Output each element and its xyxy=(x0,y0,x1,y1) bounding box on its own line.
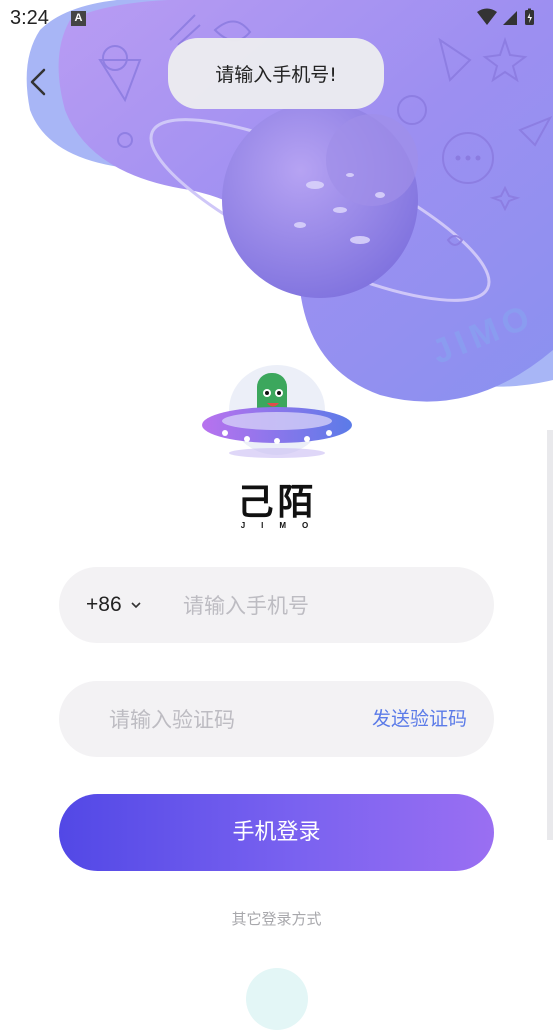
app-logo: 己陌 JIMO xyxy=(195,355,360,535)
battery-charging-icon xyxy=(525,8,534,25)
status-time: 3:24 xyxy=(10,7,49,29)
a-notification-icon: A xyxy=(71,11,86,26)
country-code-label: +86 xyxy=(86,593,122,616)
country-code-selector[interactable]: +86 xyxy=(86,567,142,643)
phone-field: +86 xyxy=(59,567,494,645)
cell-signal-icon xyxy=(503,11,517,25)
scrollbar[interactable] xyxy=(547,430,553,840)
status-icons xyxy=(475,8,545,28)
toast-message: 请输入手机号! xyxy=(168,38,384,109)
third-party-login-icon[interactable] xyxy=(246,968,308,1030)
verification-code-field: 发送验证码 xyxy=(59,681,494,759)
ufo-mascot-icon xyxy=(202,365,352,458)
back-button[interactable] xyxy=(22,62,56,102)
send-code-button[interactable]: 发送验证码 xyxy=(372,681,467,757)
logo-title: 己陌 xyxy=(237,482,318,523)
verification-code-input[interactable] xyxy=(107,681,351,759)
phone-input[interactable] xyxy=(181,567,475,645)
wifi-icon xyxy=(477,8,497,25)
status-bar: 3:24 A xyxy=(0,0,553,36)
other-login-methods-link[interactable]: 其它登录方式 xyxy=(0,908,553,929)
chevron-left-icon xyxy=(30,68,46,96)
phone-login-button[interactable]: 手机登录 xyxy=(59,794,494,871)
logo-subtitle: JIMO xyxy=(240,521,325,530)
chevron-down-icon xyxy=(131,602,142,609)
